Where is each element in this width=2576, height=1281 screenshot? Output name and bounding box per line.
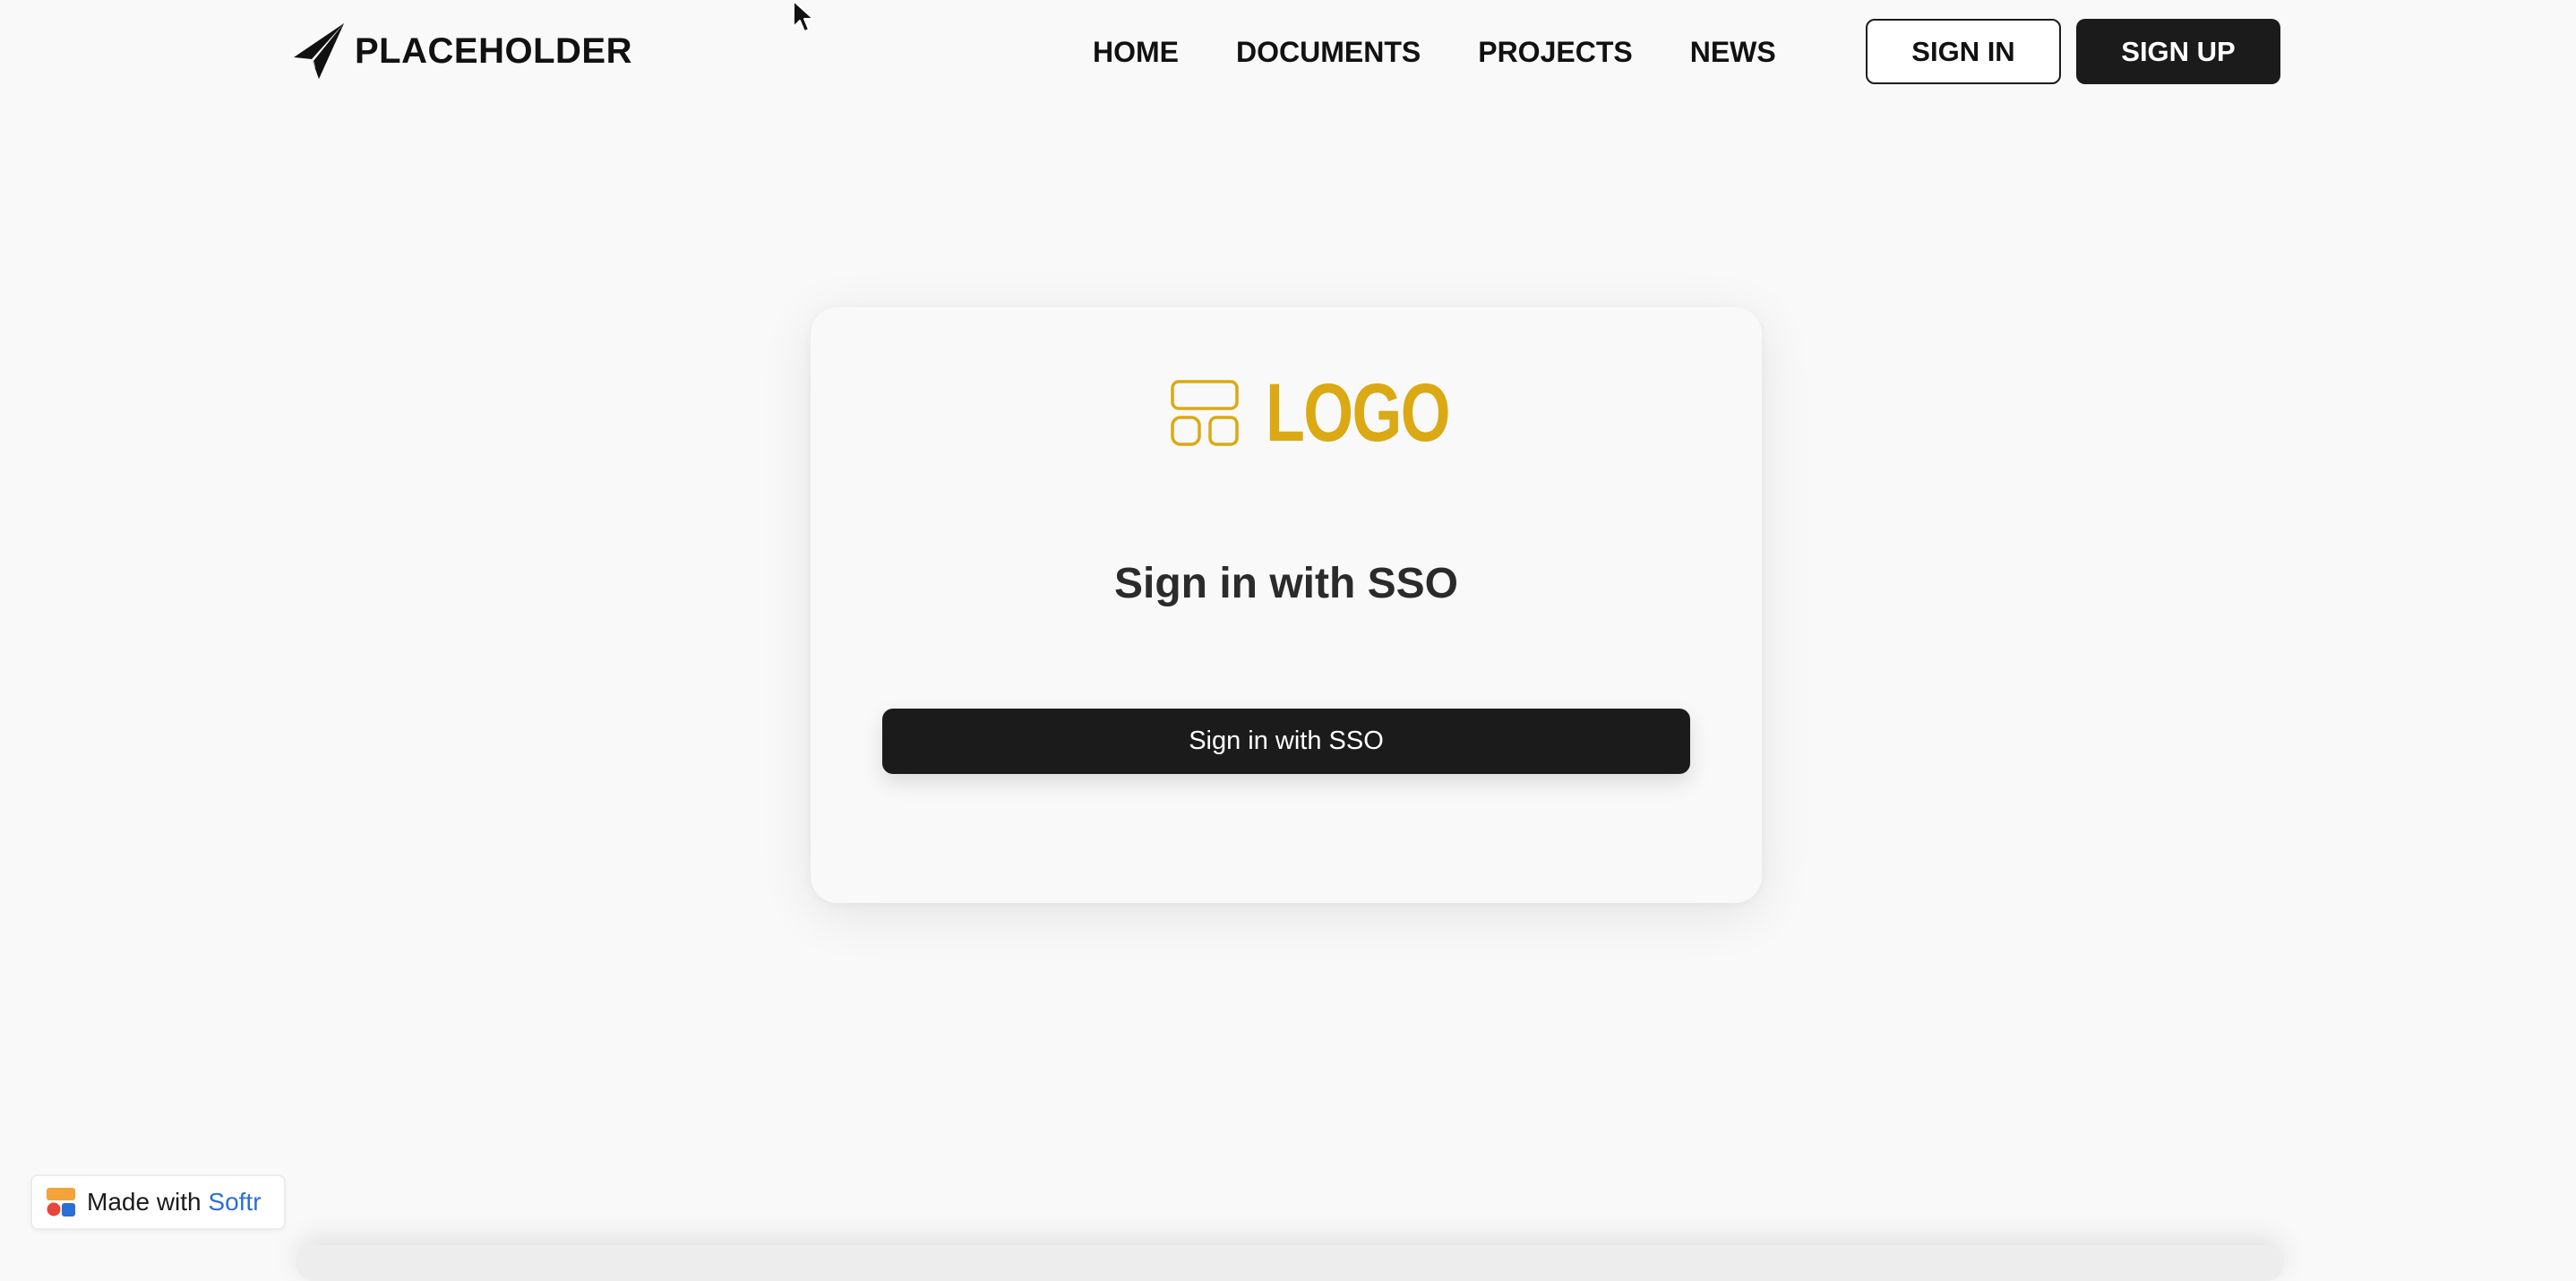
sso-sign-in-card: LOGO Sign in with SSO Sign in with SSO: [811, 307, 1762, 903]
site-header: PLACEHOLDER HOME DOCUMENTS PROJECTS NEWS…: [0, 0, 2576, 102]
sso-sign-in-button[interactable]: Sign in with SSO: [882, 709, 1690, 774]
card-logo: LOGO: [1171, 367, 1501, 459]
nav-home[interactable]: HOME: [1093, 38, 1179, 66]
brand-name: PLACEHOLDER: [355, 31, 632, 71]
badge-label: Made with Softr: [87, 1188, 262, 1217]
bottom-shadow-strip: [296, 1245, 2284, 1281]
made-with-softr-badge[interactable]: Made with Softr: [30, 1174, 286, 1230]
sign-in-button[interactable]: SIGN IN: [1866, 19, 2061, 84]
main-nav: HOME DOCUMENTS PROJECTS NEWS: [1093, 27, 1776, 77]
nav-projects[interactable]: PROJECTS: [1478, 38, 1632, 66]
mouse-pointer-icon: [792, 0, 815, 34]
nav-documents[interactable]: DOCUMENTS: [1236, 38, 1421, 66]
badge-prefix: Made with: [87, 1188, 202, 1216]
layout-grid-icon: [1171, 380, 1239, 446]
brand-home-link[interactable]: PLACEHOLDER: [292, 21, 632, 81]
card-heading: Sign in with SSO: [1114, 560, 1458, 607]
nav-news[interactable]: NEWS: [1690, 38, 1776, 66]
paper-plane-icon: [292, 21, 346, 81]
softr-logo-icon: [46, 1187, 76, 1217]
sign-up-button[interactable]: SIGN UP: [2076, 19, 2280, 84]
badge-brand: Softr: [208, 1188, 262, 1216]
logo-text: LOGO: [1266, 367, 1451, 459]
